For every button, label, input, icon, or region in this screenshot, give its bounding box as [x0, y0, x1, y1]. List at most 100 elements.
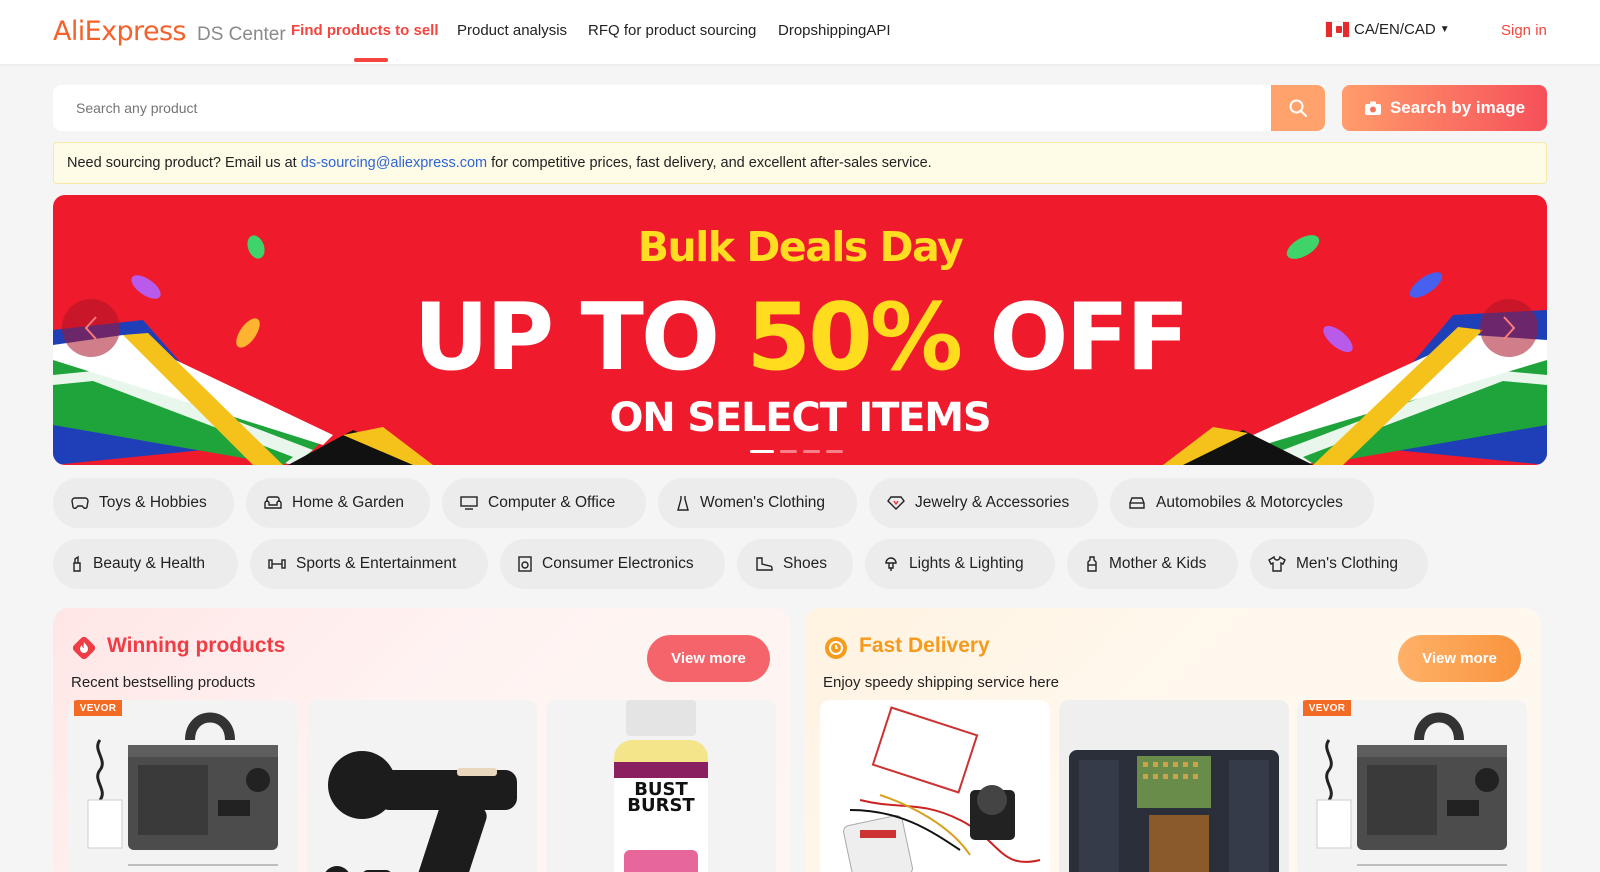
product-image-printhead: [1069, 750, 1279, 872]
banner-headline: Bulk Deals Day: [637, 223, 964, 271]
search-icon: [1289, 99, 1307, 117]
product-card[interactable]: BUST BURST: [546, 700, 776, 872]
flame-badge-icon: [72, 636, 96, 660]
tshirt-icon: [1268, 556, 1286, 572]
sourcing-notice: Need sourcing product? Email us at ds-so…: [53, 142, 1547, 184]
banner-next-button[interactable]: [1480, 299, 1538, 357]
dumbbell-icon: [268, 559, 286, 569]
delivery-badge-icon: [825, 637, 847, 659]
carousel-dot[interactable]: [803, 450, 820, 453]
nav-dropshipping-api[interactable]: DropshippingAPI: [778, 22, 891, 39]
locale-selector[interactable]: CA/EN/CAD ▼: [1325, 21, 1450, 38]
ds-center-label: DS Center: [197, 24, 286, 45]
speaker-icon: [518, 556, 532, 572]
category-lights-lighting[interactable]: Lights & Lighting: [865, 539, 1055, 589]
canada-flag-icon: [1325, 21, 1350, 38]
banner-main-prefix: UP TO: [413, 283, 747, 391]
category-womens-clothing[interactable]: Women's Clothing: [658, 478, 857, 528]
winning-view-more-button[interactable]: View more: [647, 635, 770, 682]
product-card[interactable]: VEVOR: [1297, 700, 1527, 872]
winning-products-section: Winning products Recent bestselling prod…: [53, 608, 790, 872]
category-label: Beauty & Health: [93, 555, 206, 572]
category-computer-office[interactable]: Computer & Office: [442, 478, 646, 528]
chevron-left-icon: [84, 316, 97, 340]
fast-delivery-section: Fast Delivery Enjoy speedy shipping serv…: [805, 608, 1541, 872]
category-label: Automobiles & Motorcycles: [1156, 494, 1343, 511]
car-icon: [1129, 497, 1145, 509]
nav-active-indicator: [354, 58, 388, 62]
category-label: Jewelry & Accessories: [915, 494, 1070, 511]
category-label: Lights & Lighting: [909, 555, 1024, 572]
aliexpress-logo[interactable]: AliExpress: [53, 16, 187, 47]
camera-icon: [1364, 101, 1381, 115]
monitor-icon: [460, 496, 478, 510]
product-card[interactable]: [307, 700, 537, 872]
notice-prefix: Need sourcing product? Email us at: [67, 155, 301, 171]
search-by-image-label: Search by image: [1389, 98, 1526, 117]
winning-products-subtitle: Recent bestselling products: [71, 674, 256, 691]
product-card[interactable]: [820, 700, 1050, 872]
shoe-icon: [756, 557, 773, 571]
category-mens-clothing[interactable]: Men's Clothing: [1250, 539, 1428, 589]
banner-main-text: UP TO 50% OFF: [53, 287, 1547, 387]
lamp-icon: [885, 557, 897, 571]
banner-discount: 50%: [746, 283, 963, 391]
sofa-icon: [264, 496, 282, 509]
lipstick-icon: [73, 556, 81, 572]
category-label: Men's Clothing: [1296, 555, 1399, 572]
category-sports-entertainment[interactable]: Sports & Entertainment: [250, 539, 488, 589]
top-header: AliExpress DS Center Find products to se…: [0, 0, 1600, 64]
carousel-dot[interactable]: [750, 450, 774, 453]
nav-find-products[interactable]: Find products to sell: [291, 22, 439, 39]
search-input[interactable]: [53, 85, 1325, 131]
nav-rfq-sourcing[interactable]: RFQ for product sourcing: [588, 22, 756, 39]
chevron-right-icon: [1503, 316, 1516, 340]
category-beauty-health[interactable]: Beauty & Health: [53, 539, 238, 589]
category-label: Sports & Entertainment: [296, 555, 457, 572]
nav-product-analysis[interactable]: Product analysis: [457, 22, 567, 39]
gamepad-icon: [71, 497, 89, 510]
category-label: Consumer Electronics: [542, 555, 694, 572]
baby-bottle-icon: [1087, 556, 1097, 572]
fast-delivery-title: Fast Delivery: [859, 634, 990, 657]
category-toys-hobbies[interactable]: Toys & Hobbies: [53, 478, 234, 528]
carousel-dot[interactable]: [826, 450, 843, 453]
product-card[interactable]: VEVOR: [68, 700, 298, 872]
sign-in-link[interactable]: Sign in: [1501, 22, 1547, 39]
fast-delivery-subtitle: Enjoy speedy shipping service here: [823, 674, 1059, 691]
product-image-massage-gun: [325, 751, 517, 872]
category-label: Women's Clothing: [700, 494, 826, 511]
supplement-label: BUST BURST: [546, 781, 776, 815]
winning-products-title: Winning products: [107, 634, 286, 657]
carousel-dots: [750, 450, 843, 453]
search-by-image-button[interactable]: Search by image: [1342, 85, 1547, 131]
caret-down-icon: ▼: [1439, 24, 1450, 35]
locale-label: CA/EN/CAD: [1354, 21, 1436, 38]
banner-subline: ON SELECT ITEMS: [609, 395, 991, 441]
brand-badge: VEVOR: [74, 700, 122, 716]
notice-suffix: for competitive prices, fast delivery, a…: [487, 155, 932, 171]
category-shoes[interactable]: Shoes: [737, 539, 853, 589]
diamond-icon: [887, 496, 905, 510]
category-home-garden[interactable]: Home & Garden: [246, 478, 430, 528]
product-image-brushless-motor-kit: [843, 706, 1041, 872]
category-label: Home & Garden: [292, 494, 404, 511]
category-label: Mother & Kids: [1109, 555, 1207, 572]
product-image-ozone-generator: [1316, 712, 1507, 866]
category-label: Shoes: [783, 555, 827, 572]
search-button[interactable]: [1271, 85, 1325, 131]
product-card[interactable]: [1059, 700, 1289, 872]
dress-icon: [677, 496, 689, 511]
banner-main-suffix: OFF: [960, 283, 1189, 391]
carousel-dot[interactable]: [780, 450, 797, 453]
category-label: Toys & Hobbies: [99, 494, 207, 511]
fast-view-more-button[interactable]: View more: [1398, 635, 1521, 682]
category-automobiles-motorcycles[interactable]: Automobiles & Motorcycles: [1110, 478, 1374, 528]
category-jewelry-accessories[interactable]: Jewelry & Accessories: [869, 478, 1098, 528]
brand-badge: VEVOR: [1303, 700, 1351, 716]
category-consumer-electronics[interactable]: Consumer Electronics: [500, 539, 725, 589]
category-mother-kids[interactable]: Mother & Kids: [1067, 539, 1238, 589]
promo-banner[interactable]: Bulk Deals Day UP TO 50% OFF ON SELECT I…: [53, 195, 1547, 465]
banner-prev-button[interactable]: [62, 299, 120, 357]
sourcing-email-link[interactable]: ds-sourcing@aliexpress.com: [301, 155, 487, 171]
